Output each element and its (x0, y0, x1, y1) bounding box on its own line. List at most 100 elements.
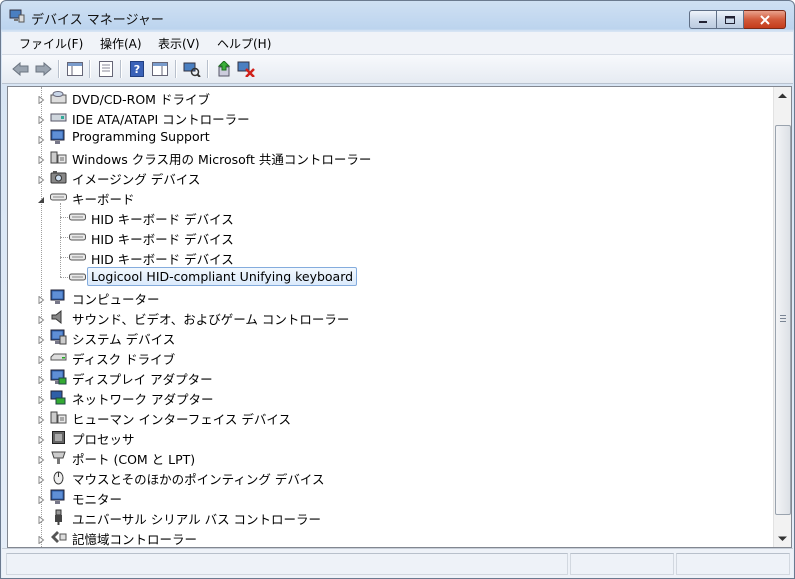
device-tree[interactable]: DVD/CD-ROM ドライブ IDE ATA/ATAPI コントローラー Prog… (7, 86, 792, 548)
close-button[interactable] (744, 10, 786, 29)
arrow-up-icon (778, 93, 787, 98)
device-category-row[interactable]: コンピューター (8, 287, 773, 307)
device-category-row[interactable]: ディスプレイ アダプター (8, 367, 773, 387)
expand-arrow-icon[interactable] (37, 153, 45, 165)
expand-arrow-icon[interactable] (37, 293, 45, 305)
device-label[interactable]: コンピューター (72, 289, 160, 308)
update-driver-button[interactable] (214, 59, 234, 79)
device-label[interactable]: ネットワーク アダプター (72, 389, 213, 408)
scan-hardware-button[interactable] (182, 59, 202, 79)
minimize-button[interactable] (689, 10, 717, 29)
menu-action[interactable]: 操作(A) (100, 35, 142, 52)
hid-icon (50, 409, 67, 425)
expand-arrow-icon[interactable] (37, 473, 45, 485)
device-label[interactable]: HID キーボード デバイス (91, 209, 234, 228)
device-label[interactable]: DVD/CD-ROM ドライブ (72, 89, 210, 108)
properties-button[interactable] (96, 59, 116, 79)
selected-device-label[interactable]: Logicool HID-compliant Unifying keyboard (87, 267, 358, 286)
device-category-row[interactable]: DVD/CD-ROM ドライブ (8, 87, 773, 107)
collapse-arrow-icon[interactable] (37, 193, 45, 203)
expand-arrow-icon[interactable] (37, 433, 45, 445)
expand-arrow-icon[interactable] (37, 313, 45, 325)
device-category-row[interactable]: IDE ATA/ATAPI コントローラー (8, 107, 773, 127)
help-button[interactable]: ? (127, 59, 147, 79)
device-label[interactable]: Windows クラス用の Microsoft 共通コントローラー (72, 149, 371, 168)
device-label[interactable]: イメージング デバイス (72, 169, 200, 188)
expand-arrow-icon[interactable] (37, 173, 45, 185)
device-category-row[interactable]: ディスク ドライブ (8, 347, 773, 367)
display-adapter-icon (50, 369, 67, 385)
device-category-row[interactable]: マウスとそのほかのポインティング デバイス (8, 467, 773, 487)
device-label[interactable]: ディスプレイ アダプター (72, 369, 213, 388)
monitor-icon (50, 489, 67, 505)
back-button[interactable] (11, 59, 31, 79)
monitor-icon (50, 129, 67, 145)
device-category-row[interactable]: 記憶域コントローラー (8, 527, 773, 547)
device-row[interactable]: HID キーボード デバイス (8, 247, 773, 267)
expand-arrow-icon[interactable] (37, 353, 45, 365)
uninstall-device-button[interactable] (236, 59, 256, 79)
port-icon (50, 449, 67, 465)
device-label[interactable]: 記憶域コントローラー (72, 529, 197, 547)
device-category-row[interactable]: Windows クラス用の Microsoft 共通コントローラー (8, 147, 773, 167)
expand-arrow-icon[interactable] (37, 93, 45, 105)
arrow-down-icon (778, 536, 787, 541)
expand-arrow-icon[interactable] (37, 333, 45, 345)
device-label[interactable]: ポート (COM と LPT) (72, 449, 195, 468)
device-label[interactable]: ユニバーサル シリアル バス コントローラー (72, 509, 321, 528)
device-category-row[interactable]: Programming Support (8, 127, 773, 147)
device-category-row[interactable]: ユニバーサル シリアル バス コントローラー (8, 507, 773, 527)
scroll-down-button[interactable] (774, 530, 791, 547)
expand-arrow-icon[interactable] (37, 133, 45, 145)
device-category-row[interactable]: イメージング デバイス (8, 167, 773, 187)
device-row[interactable]: HID キーボード デバイス (8, 207, 773, 227)
device-label[interactable]: HID キーボード デバイス (91, 229, 234, 248)
scroll-up-button[interactable] (774, 87, 791, 104)
device-label[interactable]: マウスとそのほかのポインティング デバイス (72, 469, 324, 488)
expand-arrow-icon[interactable] (37, 453, 45, 465)
device-category-row[interactable]: ヒューマン インターフェイス デバイス (8, 407, 773, 427)
expand-arrow-icon[interactable] (37, 393, 45, 405)
network-adapter-icon (50, 389, 67, 405)
device-label[interactable]: HID キーボード デバイス (91, 249, 234, 268)
device-category-row[interactable]: システム デバイス (8, 327, 773, 347)
device-category-row[interactable]: モニター (8, 487, 773, 507)
device-label[interactable]: サウンド、ビデオ、およびゲーム コントローラー (72, 309, 349, 328)
device-label[interactable]: ディスク ドライブ (72, 349, 175, 368)
vertical-scrollbar[interactable] (773, 87, 791, 547)
expand-arrow-icon[interactable] (37, 493, 45, 505)
menu-help[interactable]: ヘルプ(H) (217, 35, 271, 52)
device-category-row[interactable]: キーボード (8, 187, 773, 207)
device-label[interactable]: モニター (72, 489, 122, 508)
device-category-row[interactable]: ポート (COM と LPT) (8, 447, 773, 467)
keyboard-icon (69, 209, 86, 225)
console-tree-button[interactable] (65, 59, 85, 79)
device-label[interactable]: ヒューマン インターフェイス デバイス (72, 409, 291, 428)
action-pane-button[interactable] (150, 59, 170, 79)
expand-arrow-icon[interactable] (37, 113, 45, 125)
disk-drive-icon (50, 349, 67, 365)
maximize-button[interactable] (717, 10, 744, 29)
scrollbar-thumb[interactable] (775, 125, 791, 515)
menu-file[interactable]: ファイル(F) (19, 35, 83, 52)
device-label[interactable]: キーボード (72, 189, 135, 208)
device-category-row[interactable]: ネットワーク アダプター (8, 387, 773, 407)
device-category-row[interactable]: プロセッサ (8, 427, 773, 447)
expand-arrow-icon[interactable] (37, 413, 45, 425)
window-title: デバイス マネージャー (31, 13, 164, 28)
device-label[interactable]: Programming Support (72, 129, 210, 144)
device-category-row[interactable]: サウンド、ビデオ、およびゲーム コントローラー (8, 307, 773, 327)
camera-icon (50, 169, 67, 185)
title-bar[interactable]: デバイス マネージャー (1, 1, 794, 31)
forward-button[interactable] (33, 59, 53, 79)
expand-arrow-icon[interactable] (37, 513, 45, 525)
device-label[interactable]: システム デバイス (72, 329, 175, 348)
menu-view[interactable]: 表示(V) (158, 35, 200, 52)
expand-arrow-icon[interactable] (37, 533, 45, 545)
device-row[interactable]: Logicool HID-compliant Unifying keyboard (8, 267, 773, 287)
device-label[interactable]: IDE ATA/ATAPI コントローラー (72, 109, 250, 128)
device-row[interactable]: HID キーボード デバイス (8, 227, 773, 247)
expand-arrow-icon[interactable] (37, 373, 45, 385)
status-bar (2, 548, 793, 578)
device-label[interactable]: プロセッサ (72, 429, 135, 448)
